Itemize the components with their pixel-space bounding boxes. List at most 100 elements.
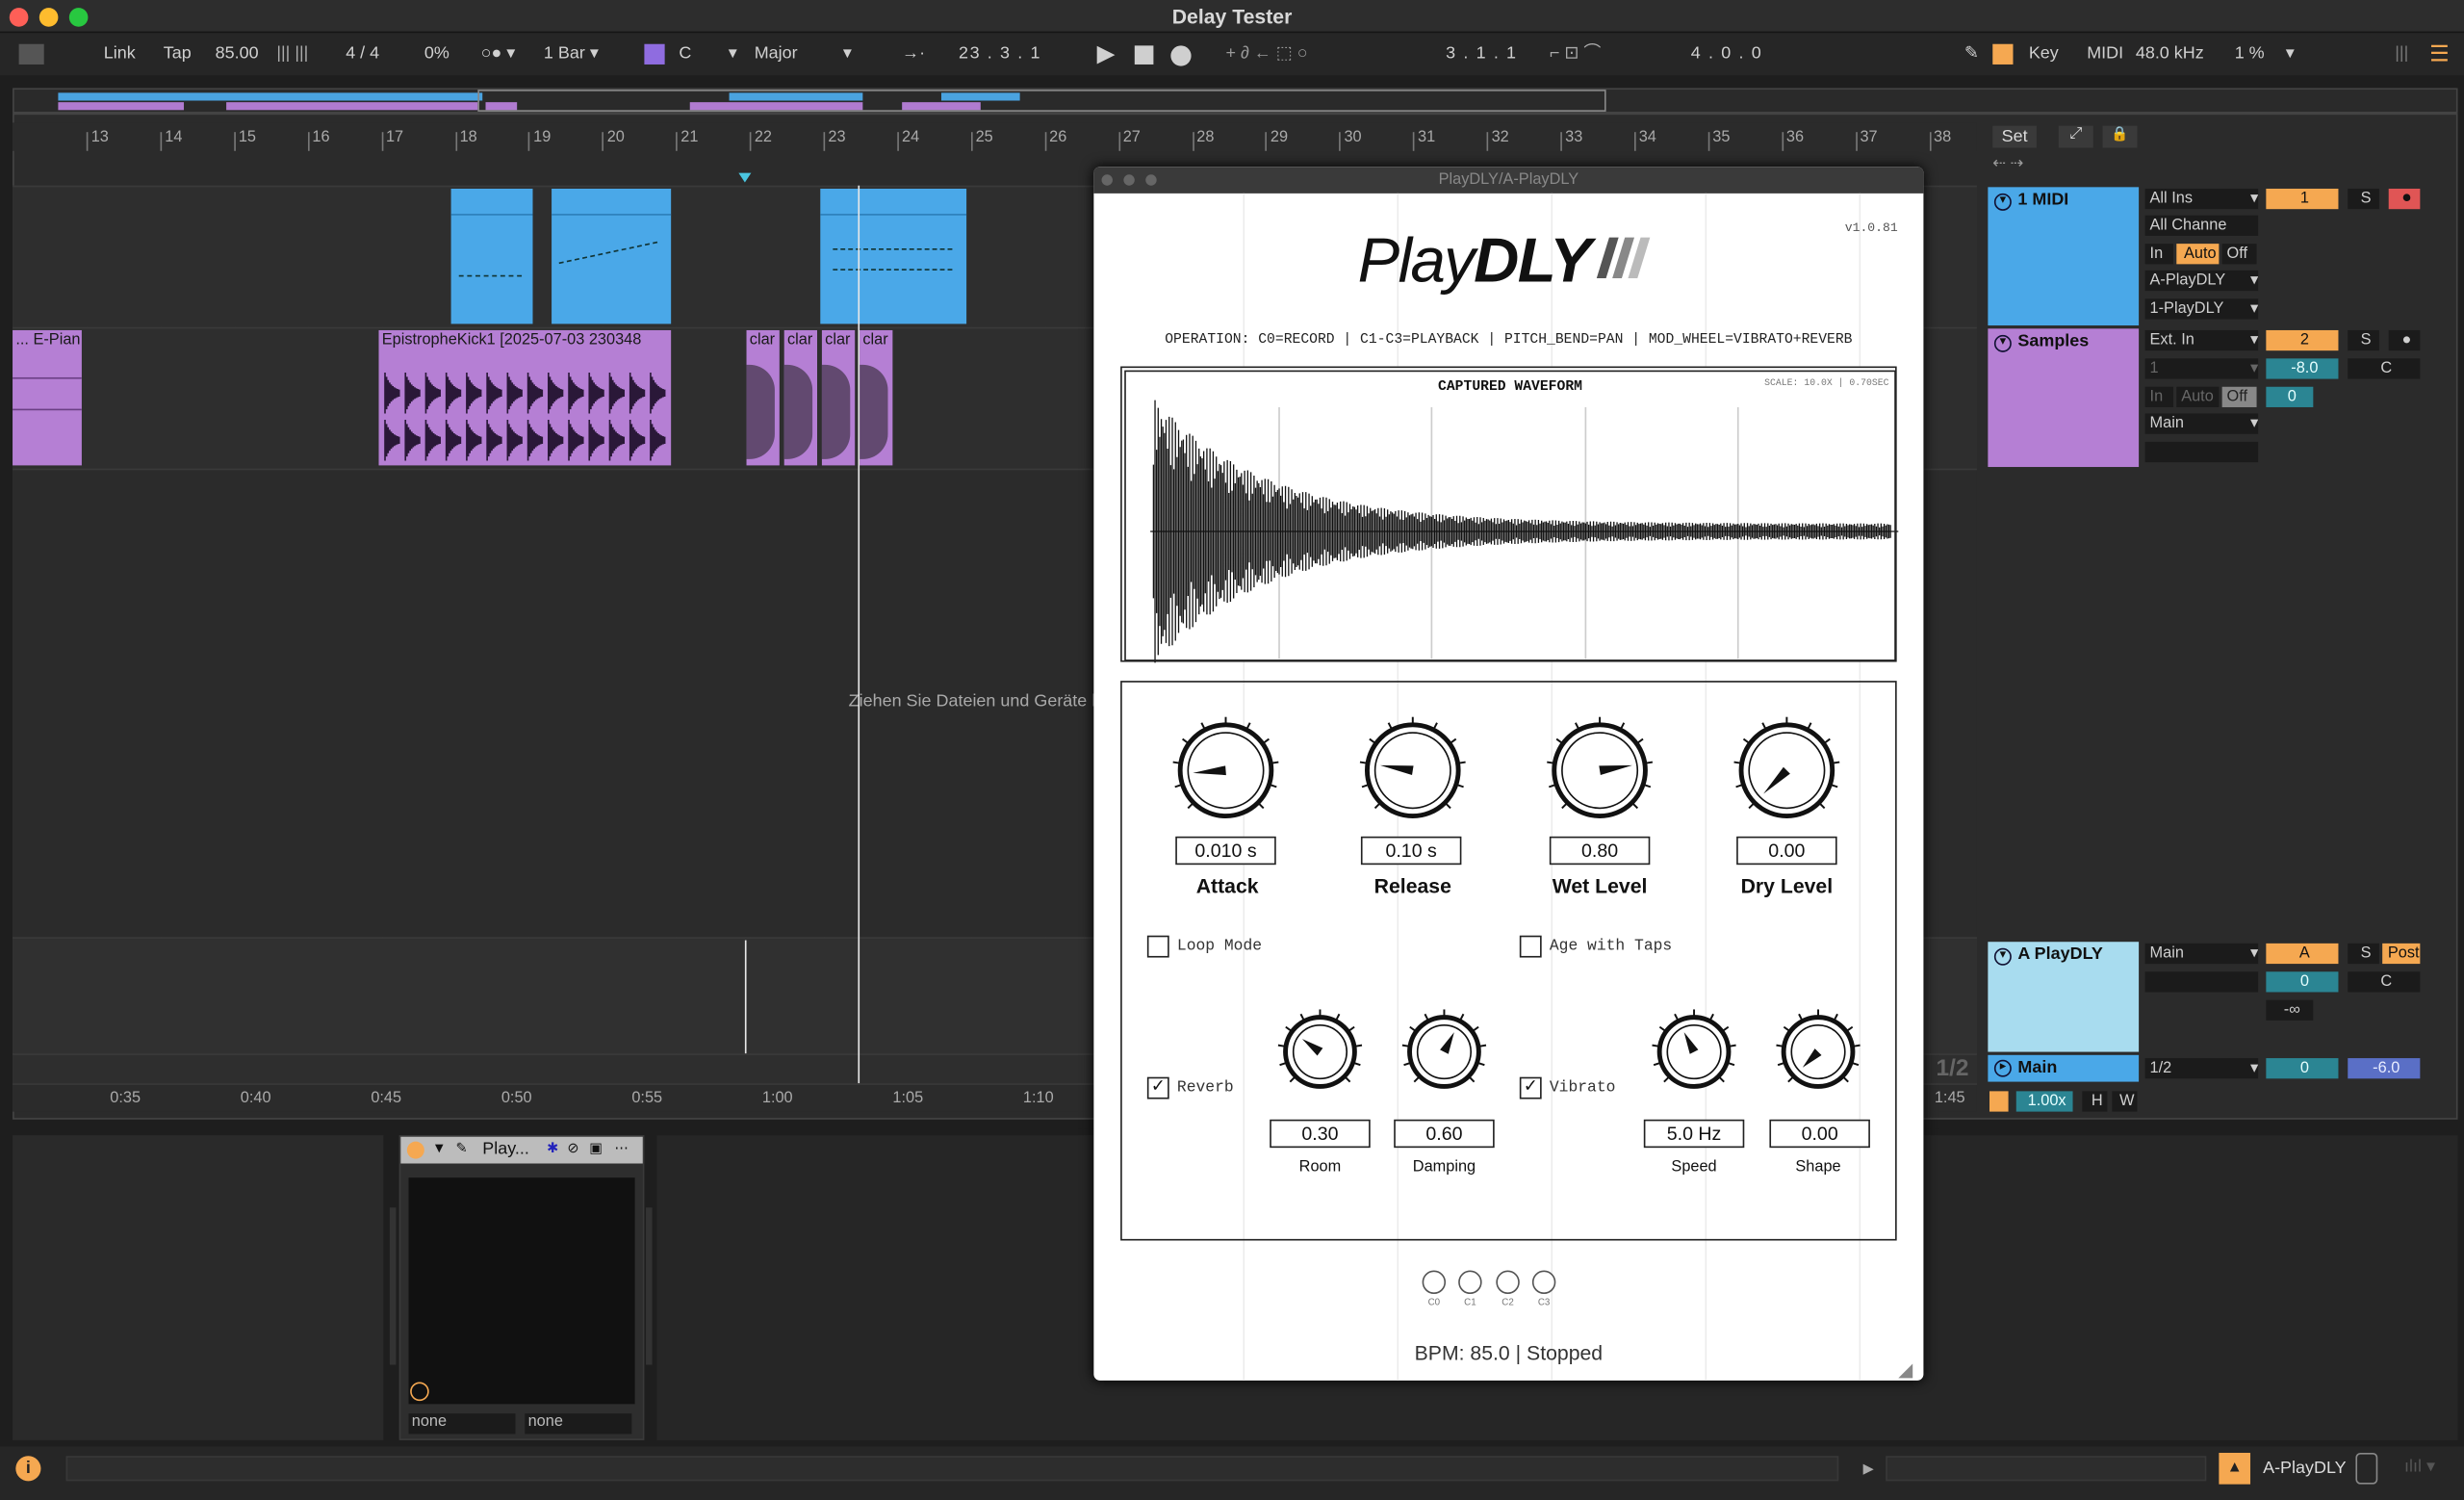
return-activator-button[interactable]: A: [2266, 943, 2339, 965]
automation-tools-icon[interactable]: + ∂ ← ⬚ ○: [1219, 39, 1314, 69]
play-icon[interactable]: ▶: [1855, 1456, 1883, 1481]
loop-marker-icon[interactable]: [738, 172, 752, 183]
metronome-icon[interactable]: ○● ▾: [475, 39, 522, 69]
midi-input-dropdown[interactable]: All Ins ▾: [2144, 188, 2259, 210]
minimize-window-button[interactable]: [1123, 174, 1135, 186]
edit-icon[interactable]: ⊘: [567, 1140, 578, 1157]
h-button[interactable]: H: [2082, 1091, 2108, 1112]
columns-icon[interactable]: |||: [2389, 39, 2415, 69]
zoom-field[interactable]: 1.00x: [2015, 1091, 2073, 1112]
quantize-dropdown[interactable]: 1 Bar ▾: [537, 39, 604, 69]
keyboard-icon[interactable]: [1992, 43, 2014, 65]
solo-button[interactable]: S: [2348, 188, 2379, 210]
zoom-icon[interactable]: [1989, 1091, 2009, 1112]
audio-channel-dropdown[interactable]: 1 ▾: [2144, 358, 2259, 379]
track-activator-button[interactable]: 2: [2266, 329, 2339, 351]
input-select-2[interactable]: none: [525, 1413, 632, 1435]
tempo-field[interactable]: 85.00: [209, 39, 265, 69]
playhead[interactable]: [858, 185, 860, 1085]
track-header-samples[interactable]: ▾ Samples: [1988, 328, 2140, 468]
midi-channel-dropdown[interactable]: All Channe: [2144, 215, 2259, 236]
lock-icon[interactable]: 🔒: [2102, 125, 2138, 148]
key-root-dropdown[interactable]: C ▾: [673, 39, 743, 69]
fold-icon[interactable]: ▾: [1993, 947, 2012, 966]
scale-dropdown[interactable]: Major ▾: [748, 39, 858, 69]
stop-icon[interactable]: [1134, 45, 1154, 65]
audio-clip[interactable]: clar: [746, 329, 780, 466]
arm-icon[interactable]: ●: [2388, 329, 2421, 351]
pan-field[interactable]: C: [2348, 358, 2421, 379]
audio-clip[interactable]: ... E-Pian: [13, 329, 82, 466]
device-rack[interactable]: ▼ ✎ Play... ✱ ⊘ ▣ ⋯ none none: [398, 1135, 645, 1440]
record-icon[interactable]: [1170, 45, 1192, 66]
shape-value[interactable]: 0.00: [1769, 1119, 1870, 1149]
reverb-checkbox[interactable]: ✓: [1146, 1076, 1169, 1099]
solo-button[interactable]: S: [2348, 329, 2379, 351]
follow-icon[interactable]: →·: [896, 39, 932, 69]
monitor-auto-button[interactable]: Auto: [2176, 386, 2220, 407]
groove-field[interactable]: 0%: [418, 39, 455, 69]
scale-mode-icon[interactable]: [644, 43, 665, 65]
input-select-1[interactable]: none: [408, 1413, 516, 1435]
audio-output-dropdown[interactable]: Main ▾: [2144, 413, 2259, 434]
monitor-off-button[interactable]: Off: [2221, 244, 2257, 265]
save-icon[interactable]: ▣: [589, 1140, 603, 1157]
resize-handle-icon[interactable]: ◢: [1898, 1358, 1912, 1381]
fold-icon[interactable]: ▸: [1993, 1059, 2012, 1077]
post-button[interactable]: Post: [2382, 943, 2421, 965]
tap-button[interactable]: Tap: [157, 39, 197, 69]
attack-value[interactable]: 0.010 s: [1175, 836, 1276, 866]
pan-field[interactable]: C: [2348, 971, 2421, 993]
midi-clip[interactable]: [450, 188, 533, 324]
arrangement-overview[interactable]: [13, 88, 2458, 114]
monitor-in-button[interactable]: In: [2144, 244, 2174, 265]
monitor-auto-button[interactable]: Auto: [2176, 244, 2220, 265]
vibrato-checkbox[interactable]: ✓: [1519, 1076, 1542, 1099]
volume-field[interactable]: -8.0: [2266, 358, 2339, 379]
key-map-button[interactable]: Key: [2022, 39, 2065, 69]
speed-value[interactable]: 5.0 Hz: [1643, 1119, 1745, 1149]
beat-ruler[interactable]: 13 14 15 16 17 18 19 20 21 22 23 24 25 26 27 28 29 30 31 32…: [13, 122, 1977, 151]
audio-clip[interactable]: EpistropheKick1 [2025-07-03 230348: [378, 329, 672, 466]
audio-input-dropdown[interactable]: Ext. In ▾: [2144, 329, 2259, 351]
midi-clip[interactable]: [820, 188, 967, 324]
volume-field[interactable]: -6.0: [2348, 1058, 2421, 1079]
volume-field[interactable]: -∞: [2266, 999, 2314, 1021]
close-window-button[interactable]: [1101, 174, 1113, 186]
song-position-field[interactable]: 23 . 3 . 1: [952, 39, 1047, 69]
midi-output-dropdown[interactable]: A-PlayDLY ▾: [2144, 270, 2259, 292]
info-icon[interactable]: i: [15, 1456, 41, 1482]
send-field[interactable]: 0: [2266, 386, 2314, 407]
cpu-dropdown[interactable]: 1 % ▾: [2228, 39, 2300, 69]
more-icon[interactable]: ⋯: [614, 1140, 629, 1157]
loop-icon[interactable]: ⌐ ⊡ ⌒: [1543, 39, 1607, 69]
track-activator-button[interactable]: 1: [2266, 188, 2339, 210]
room-value[interactable]: 0.30: [1270, 1119, 1371, 1149]
loop-length-field[interactable]: 4 . 0 . 0: [1684, 39, 1769, 69]
zoom-window-button[interactable]: [1145, 174, 1157, 186]
link-button[interactable]: Link: [97, 39, 141, 69]
menu-icon[interactable]: ☰: [2424, 39, 2456, 69]
wet-level-value[interactable]: 0.80: [1549, 836, 1651, 866]
fold-icon[interactable]: ▾: [1993, 334, 2012, 352]
fold-icon[interactable]: ▾: [1993, 193, 2012, 211]
main-output-dropdown[interactable]: 1/2 ▾: [2144, 1058, 2259, 1079]
nav-arrows-icon[interactable]: ⇠ ⇢: [1992, 156, 2023, 173]
midi-output-channel-dropdown[interactable]: 1-PlayDLY ▾: [2144, 298, 2259, 320]
scrollbar[interactable]: [389, 1207, 397, 1365]
send-field[interactable]: 0: [2266, 1058, 2339, 1079]
time-signature-field[interactable]: 4 / 4: [340, 39, 386, 69]
nudge-icon[interactable]: ||| |||: [270, 39, 315, 69]
overview-viewport[interactable]: [477, 90, 1606, 112]
arm-icon[interactable]: ⏺: [2388, 188, 2421, 210]
hotswap-icon[interactable]: ✎: [455, 1140, 467, 1157]
w-button[interactable]: W: [2112, 1091, 2138, 1112]
device-icon[interactable]: ▲: [2219, 1452, 2251, 1485]
monitor-off-button[interactable]: Off: [2221, 386, 2257, 407]
track-header-return-a[interactable]: ▾ A PlayDLY: [1988, 942, 2140, 1052]
solo-button[interactable]: S: [2348, 943, 2379, 965]
age-with-taps-checkbox[interactable]: [1519, 935, 1542, 958]
device-on-icon[interactable]: [406, 1141, 424, 1159]
loop-start-field[interactable]: 3 . 1 . 1: [1440, 39, 1525, 69]
expand-icon[interactable]: ⤢: [2058, 125, 2093, 148]
